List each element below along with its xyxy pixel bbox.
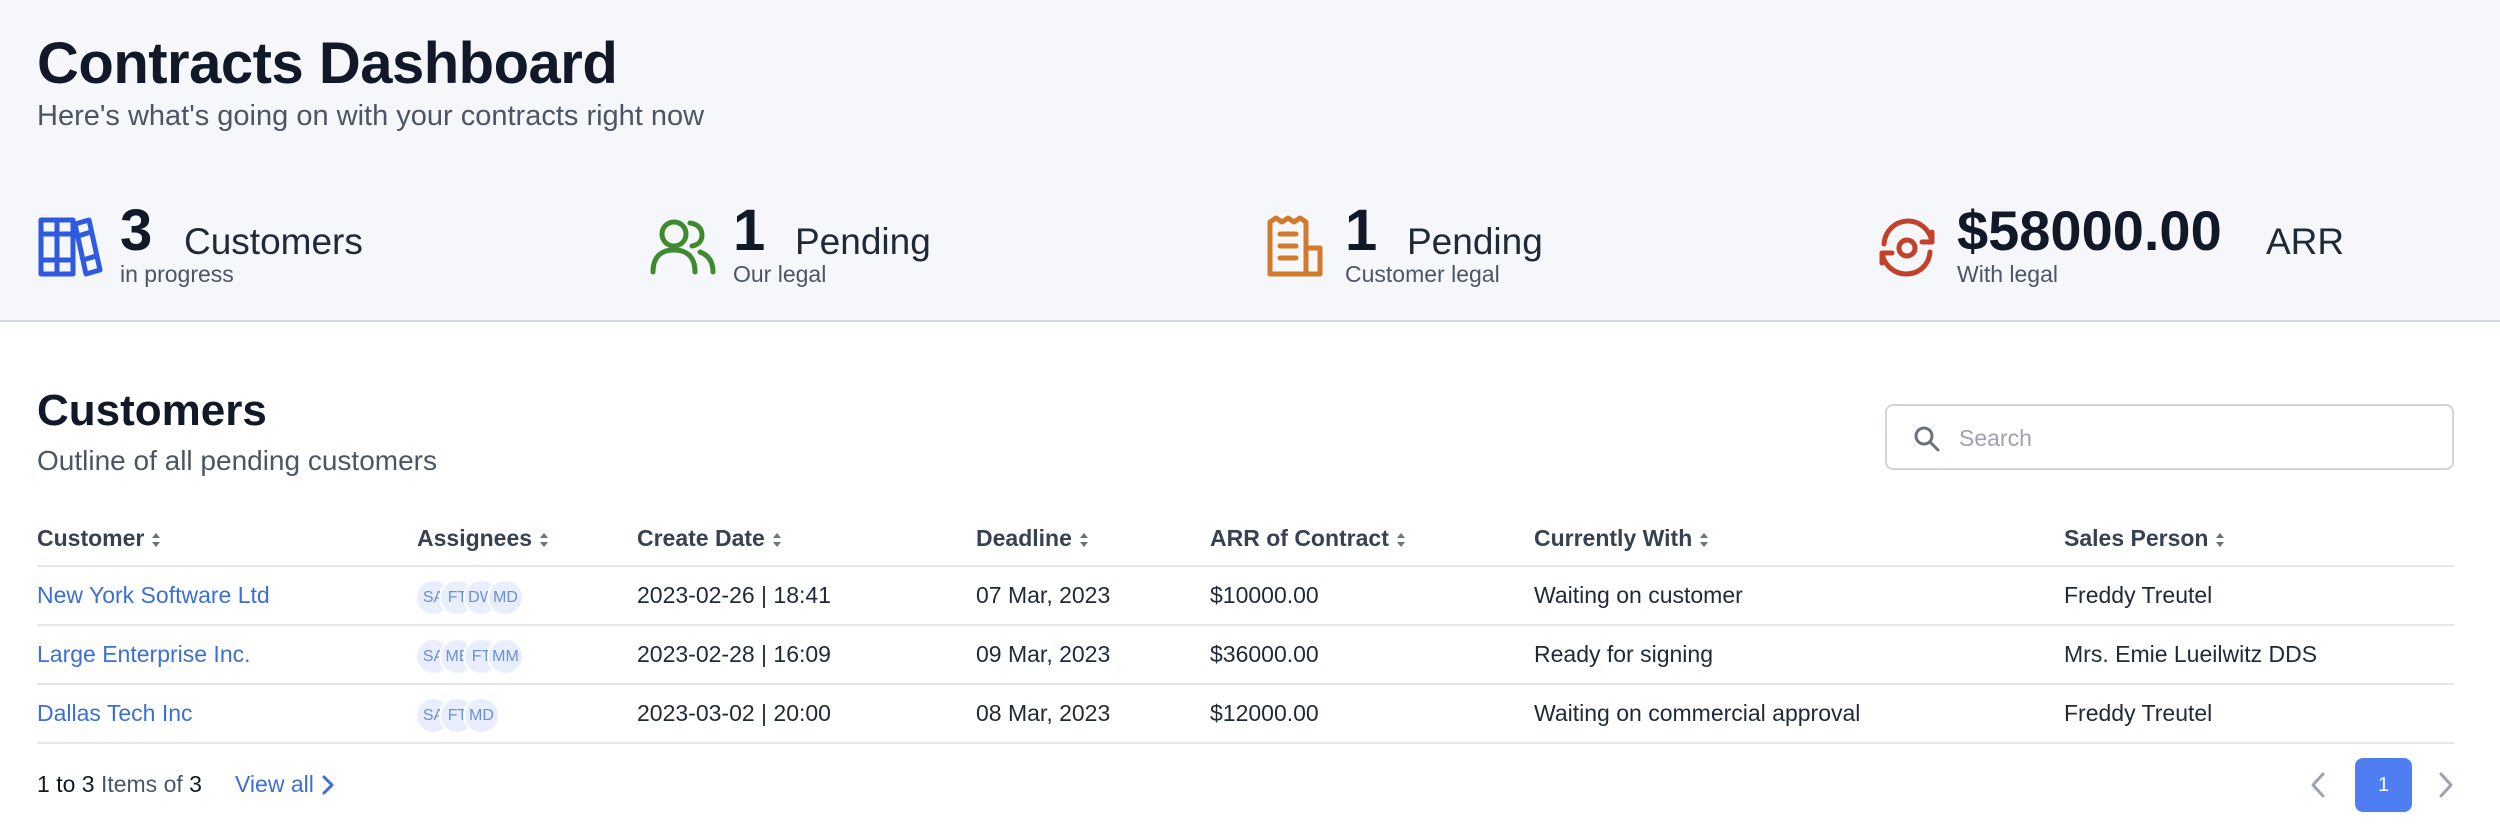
search-input[interactable]: [1959, 416, 2439, 460]
arr-value: $12000.00: [1210, 700, 1319, 726]
arr-value: $10000.00: [1210, 582, 1319, 608]
create-date: 2023-03-02 | 20:00: [637, 700, 831, 726]
column-header-assignees[interactable]: Assignees: [417, 525, 550, 552]
customers-title: Customers: [37, 386, 267, 435]
books-icon: [38, 217, 103, 277]
page-button-current[interactable]: 1: [2355, 758, 2412, 812]
arr-value: $36000.00: [1210, 641, 1319, 667]
column-header-label: Sales Person: [2064, 525, 2209, 551]
stat-customers-in-progress: 3 Customers in progress: [37, 196, 597, 296]
avatar[interactable]: MD: [463, 697, 500, 734]
deadline: 09 Mar, 2023: [976, 641, 1111, 667]
previous-page-button[interactable]: [2306, 770, 2330, 800]
sort-icon: [2216, 532, 2225, 547]
receipt-icon: [1267, 215, 1323, 277]
customers-subtitle: Outline of all pending customers: [37, 445, 437, 476]
currently-with: Ready for signing: [1534, 641, 1713, 667]
stat-arr-with-legal: $58000.00 ARR With legal: [1874, 196, 2434, 296]
stat-pending-customer-legal: 1 Pending Customer legal: [1262, 196, 1822, 296]
customer-link[interactable]: Large Enterprise Inc.: [37, 641, 251, 668]
range-to-word: to: [56, 771, 76, 797]
table-header: Customer Assignees Create Date Deadline …: [37, 517, 2454, 567]
stat-value: 1: [1345, 198, 1378, 263]
chevron-right-icon: [322, 775, 334, 795]
create-date: 2023-02-28 | 16:09: [637, 641, 831, 667]
column-header-label: Create Date: [637, 525, 765, 551]
stat-pending-our-legal: 1 Pending Our legal: [650, 196, 1210, 296]
refresh-target-icon: [1879, 218, 1935, 277]
total-count: 3: [189, 771, 202, 797]
column-header-arr[interactable]: ARR of Contract: [1210, 525, 1407, 552]
customer-link[interactable]: Dallas Tech Inc: [37, 700, 193, 727]
stat-value: 3: [120, 198, 153, 263]
page-subtitle: Here's what's going on with your contrac…: [37, 100, 705, 132]
column-header-label: Deadline: [976, 525, 1072, 551]
table-row: New York Software Ltd SA FT DW MD 2023-0…: [37, 567, 2454, 626]
table-row: Large Enterprise Inc. SA ME FT MM 2023-0…: [37, 626, 2454, 685]
column-header-label: Customer: [37, 525, 145, 551]
sort-icon: [152, 532, 161, 547]
deadline: 07 Mar, 2023: [976, 582, 1111, 608]
pagination-summary: 1 to 3 Items of 3: [37, 771, 202, 798]
column-header-label: Assignees: [417, 525, 533, 551]
summary-header: Contracts Dashboard Here's what's going …: [0, 0, 2500, 322]
table-row: Dallas Tech Inc SA FT MD 2023-03-02 | 20…: [37, 685, 2454, 744]
sort-icon: [1396, 532, 1405, 547]
column-header-customer[interactable]: Customer: [37, 525, 162, 552]
column-header-create-date[interactable]: Create Date: [637, 525, 783, 552]
range-from: 1: [37, 771, 50, 797]
search-box[interactable]: [1885, 404, 2454, 470]
users-icon: [650, 219, 716, 275]
sort-icon: [540, 532, 549, 547]
sort-icon: [1700, 532, 1709, 547]
items-of-label: Items of: [100, 771, 183, 797]
avatar[interactable]: MM: [487, 638, 524, 675]
currently-with: Waiting on customer: [1534, 582, 1743, 608]
column-header-label: Currently With: [1534, 525, 1693, 551]
stat-value: 1: [733, 198, 766, 263]
stat-sublabel: With legal: [1957, 261, 2058, 287]
range-to: 3: [81, 771, 95, 797]
stat-sublabel: in progress: [120, 261, 234, 287]
view-all-link[interactable]: View all: [235, 771, 334, 798]
sales-person: Freddy Treutel: [2064, 582, 2213, 608]
avatar[interactable]: MD: [487, 579, 524, 616]
page-title: Contracts Dashboard: [37, 31, 618, 96]
currently-with: Waiting on commercial approval: [1534, 700, 1861, 726]
sort-icon: [1079, 532, 1088, 547]
search-icon: [1914, 426, 1940, 452]
create-date: 2023-02-26 | 18:41: [637, 582, 831, 608]
customer-link[interactable]: New York Software Ltd: [37, 582, 270, 609]
column-header-label: ARR of Contract: [1210, 525, 1389, 551]
next-page-button[interactable]: [2434, 770, 2458, 800]
column-header-currently-with[interactable]: Currently With: [1534, 525, 1710, 552]
stat-value: $58000.00: [1957, 199, 2222, 262]
column-header-sales-person[interactable]: Sales Person: [2064, 525, 2226, 552]
stat-sublabel: Customer legal: [1345, 261, 1500, 287]
sort-icon: [772, 532, 781, 547]
stat-sublabel: Our legal: [733, 261, 827, 287]
stat-label: ARR: [2266, 221, 2345, 262]
deadline: 08 Mar, 2023: [976, 700, 1111, 726]
sales-person: Freddy Treutel: [2064, 700, 2213, 726]
column-header-deadline[interactable]: Deadline: [976, 525, 1090, 552]
sales-person: Mrs. Emie Lueilwitz DDS: [2064, 641, 2318, 667]
view-all-label: View all: [235, 771, 314, 797]
